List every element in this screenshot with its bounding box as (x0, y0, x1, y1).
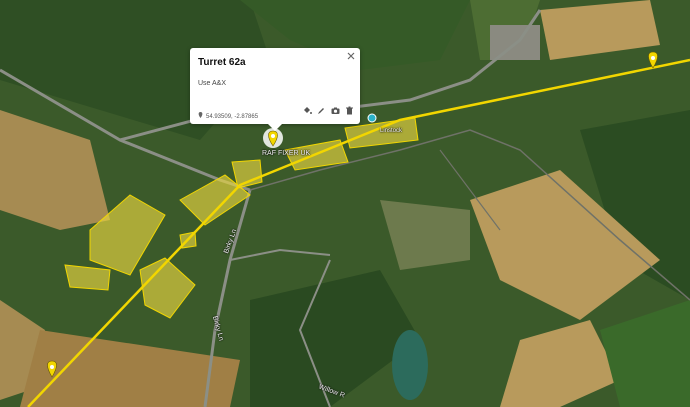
camera-icon[interactable] (331, 106, 340, 115)
coordinates-text: 54.93509, -2.87865 (206, 114, 259, 120)
popup-description: Use A&X (198, 80, 227, 87)
close-icon[interactable] (347, 52, 355, 60)
pencil-icon[interactable] (317, 106, 326, 115)
paint-bucket-icon[interactable] (303, 106, 312, 115)
pond (392, 330, 428, 400)
selected-map-pin-icon[interactable] (263, 128, 283, 148)
building-label: RAF FIXER UK (262, 150, 311, 157)
highlight-building-5[interactable] (64, 264, 111, 291)
popup-toolbar (303, 106, 354, 115)
trash-icon[interactable] (345, 106, 354, 115)
popup-title: Turret 62a (198, 57, 246, 68)
marker-info-popup[interactable]: Turret 62a Use A&X 54.93509, -2.87865 (190, 48, 360, 131)
place-label: Linstock (380, 128, 403, 134)
popup-coordinates: 54.93509, -2.87865 (198, 111, 258, 120)
location-pin-icon (198, 111, 203, 120)
place-marker-icon[interactable] (367, 113, 377, 123)
